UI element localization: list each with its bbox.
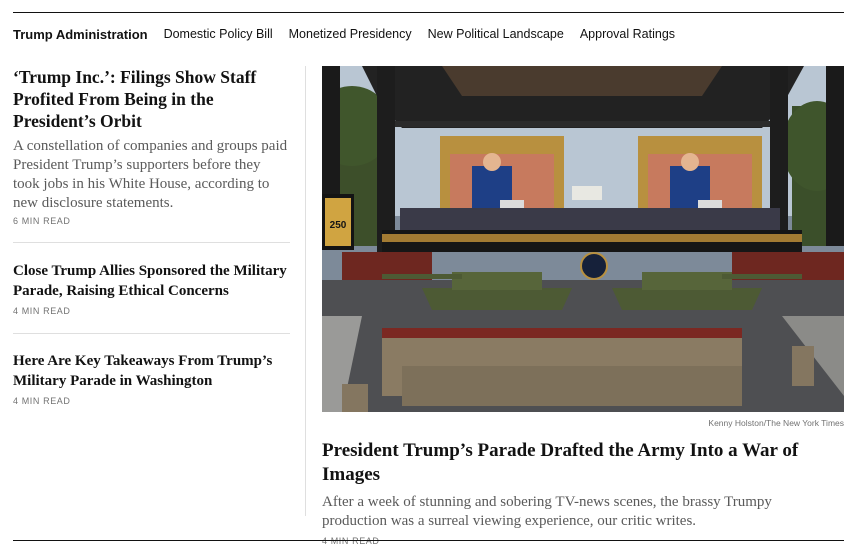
story-trump-inc: ‘Trump Inc.’: Filings Show Staff Profite… (13, 66, 290, 243)
stage-sign-text: 250 (330, 220, 347, 231)
nav-link-approval-ratings[interactable]: Approval Ratings (580, 27, 675, 41)
lead-story: 250 Kenny Holston/The New York Times Pre… (322, 66, 844, 547)
read-time: 4 MIN READ (13, 396, 71, 406)
read-time: 4 MIN READ (322, 536, 380, 546)
story-parade-sponsors: Close Trump Allies Sponsored the Militar… (13, 243, 290, 334)
read-time: 6 MIN READ (13, 216, 71, 226)
story-headline[interactable]: Here Are Key Takeaways From Trump’s Mili… (13, 352, 290, 391)
nav-link-monetized-presidency[interactable]: Monetized Presidency (289, 27, 412, 41)
lead-headline[interactable]: President Trump’s Parade Drafted the Arm… (322, 439, 844, 487)
nav-link-domestic-policy-bill[interactable]: Domestic Policy Bill (164, 27, 273, 41)
secondary-stories: ‘Trump Inc.’: Filings Show Staff Profite… (13, 66, 290, 407)
story-summary: A constellation of companies and groups … (13, 138, 288, 211)
lead-summary: After a week of stunning and sobering TV… (322, 494, 772, 529)
story-parade-takeaways: Here Are Key Takeaways From Trump’s Mili… (13, 334, 290, 407)
photo-credit: Kenny Holston/The New York Times (708, 418, 844, 428)
column-divider (305, 66, 306, 516)
section-title-link[interactable]: Trump Administration (13, 27, 148, 42)
story-headline[interactable]: ‘Trump Inc.’: Filings Show Staff Profite… (13, 66, 290, 132)
top-rule (13, 12, 844, 13)
parade-photo-illustration: 250 (322, 66, 844, 412)
lead-photo[interactable]: 250 (322, 66, 844, 412)
story-headline[interactable]: Close Trump Allies Sponsored the Militar… (13, 262, 290, 301)
bottom-rule (13, 540, 844, 541)
section-nav: Trump Administration Domestic Policy Bil… (13, 24, 691, 44)
read-time: 4 MIN READ (13, 306, 71, 316)
nav-link-new-political-landscape[interactable]: New Political Landscape (428, 27, 564, 41)
